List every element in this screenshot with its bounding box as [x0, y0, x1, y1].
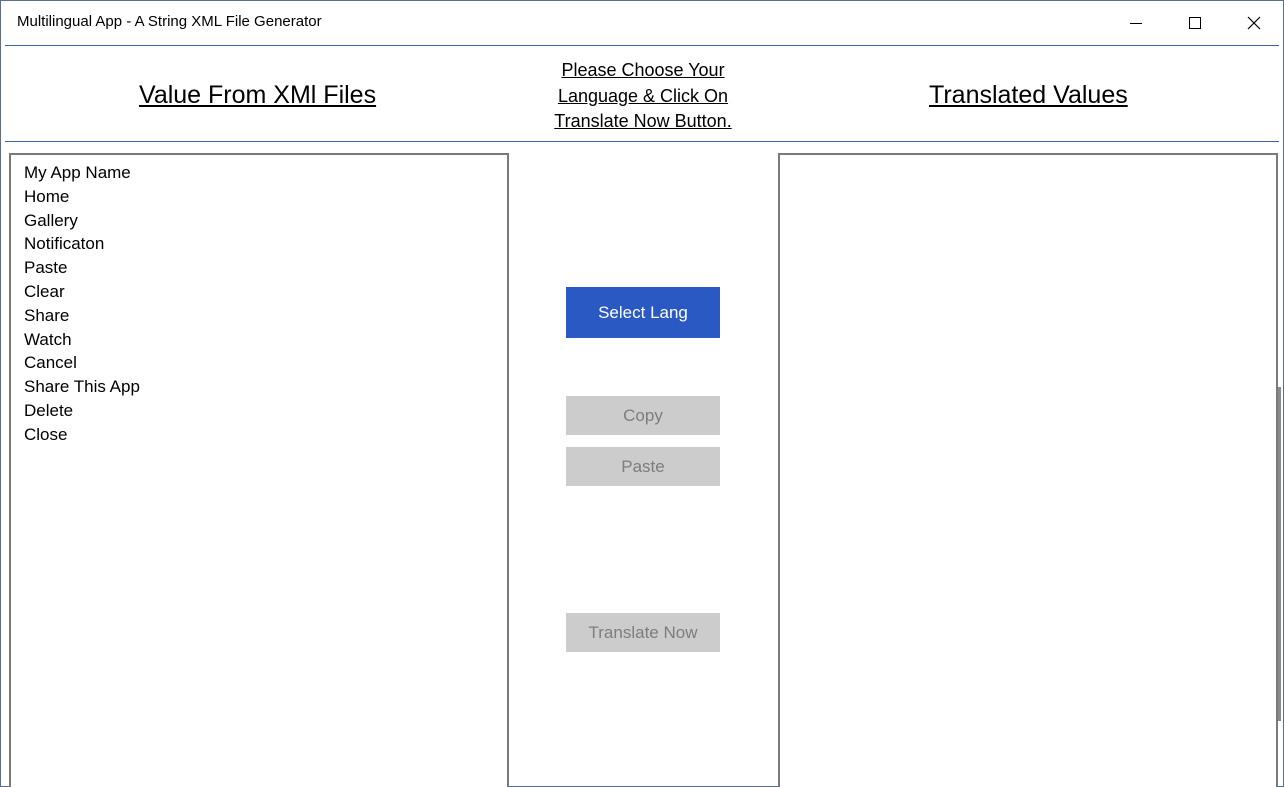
list-item: Close [24, 424, 68, 444]
list-item: Paste [24, 258, 68, 278]
translated-header: Translated Values [929, 81, 1128, 109]
list-item: Watch [24, 329, 72, 349]
source-values-list: My App Name Home Gallery Notificaton Paste Cl… [11, 155, 507, 447]
list-item: Home [24, 186, 70, 206]
maximize-icon [1189, 17, 1201, 29]
list-item: Notificaton [24, 234, 105, 254]
close-icon [1247, 16, 1261, 30]
copy-button[interactable]: Copy [566, 396, 720, 435]
instruction-line: Translate Now Button. [554, 111, 732, 131]
translate-now-button[interactable]: Translate Now [566, 613, 720, 652]
list-item: Share [24, 305, 70, 325]
scrollbar-thumb[interactable] [1278, 387, 1281, 721]
window-title: Multilingual App - A String XML File Gen… [17, 13, 322, 30]
header-divider [5, 141, 1279, 142]
title-bar[interactable]: Multilingual App - A String XML File Gen… [1, 1, 1283, 45]
list-item: Share This App [24, 377, 140, 397]
app-window: Multilingual App - A String XML File Gen… [0, 0, 1284, 787]
list-item: Clear [24, 281, 65, 301]
list-item: Cancel [24, 353, 77, 373]
instruction-line: Language & Click On [557, 85, 729, 106]
minimize-icon [1130, 23, 1142, 24]
source-header: Value From XMl Files [139, 81, 377, 109]
instruction-text: Please Choose Your Language & Click On T… [537, 58, 749, 135]
maximize-button[interactable] [1166, 1, 1224, 45]
paste-button[interactable]: Paste [566, 447, 720, 486]
translated-values-box[interactable] [778, 153, 1278, 787]
close-button[interactable] [1225, 1, 1283, 45]
list-item: Gallery [24, 210, 78, 230]
title-divider [5, 45, 1279, 46]
list-item: Delete [24, 400, 74, 420]
select-lang-button[interactable]: Select Lang [566, 287, 720, 338]
minimize-button[interactable] [1107, 1, 1165, 45]
list-item: My App Name [24, 163, 131, 182]
instruction-line: Please Choose Your [561, 60, 725, 80]
source-values-box[interactable]: My App Name Home Gallery Notificaton Paste Cl… [9, 153, 509, 787]
